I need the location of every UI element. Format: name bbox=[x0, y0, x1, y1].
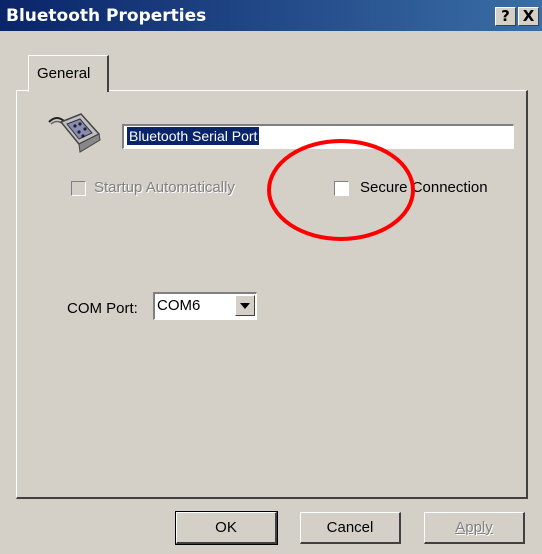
com-port-label: COM Port: bbox=[67, 300, 138, 317]
tab-general-label: General bbox=[37, 65, 91, 82]
com-port-select[interactable]: COM6 bbox=[153, 292, 257, 320]
serial-port-icon bbox=[48, 113, 101, 153]
device-name-value: Bluetooth Serial Port bbox=[127, 127, 260, 145]
window-title: Bluetooth Properties bbox=[6, 6, 207, 26]
device-name-input[interactable]: Bluetooth Serial Port bbox=[122, 124, 514, 149]
com-port-value: COM6 bbox=[157, 297, 201, 314]
cancel-button[interactable]: Cancel bbox=[300, 512, 401, 544]
title-bar[interactable]: Bluetooth Properties ? X bbox=[0, 0, 542, 31]
startup-automatically-label: Startup Automatically bbox=[94, 179, 235, 196]
startup-automatically-checkbox[interactable] bbox=[71, 181, 86, 196]
tab-general[interactable]: General bbox=[28, 55, 109, 92]
chevron-down-icon[interactable] bbox=[235, 295, 255, 316]
apply-button[interactable]: Apply bbox=[424, 512, 525, 544]
ok-button[interactable]: OK bbox=[175, 511, 278, 545]
secure-connection-label: Secure Connection bbox=[360, 179, 488, 196]
help-button[interactable]: ? bbox=[495, 7, 516, 26]
bluetooth-properties-dialog: Bluetooth Properties ? X General Bluetoo… bbox=[0, 0, 542, 554]
close-button[interactable]: X bbox=[518, 7, 539, 26]
apply-button-label: Apply bbox=[455, 519, 493, 536]
secure-connection-checkbox[interactable] bbox=[334, 181, 349, 196]
